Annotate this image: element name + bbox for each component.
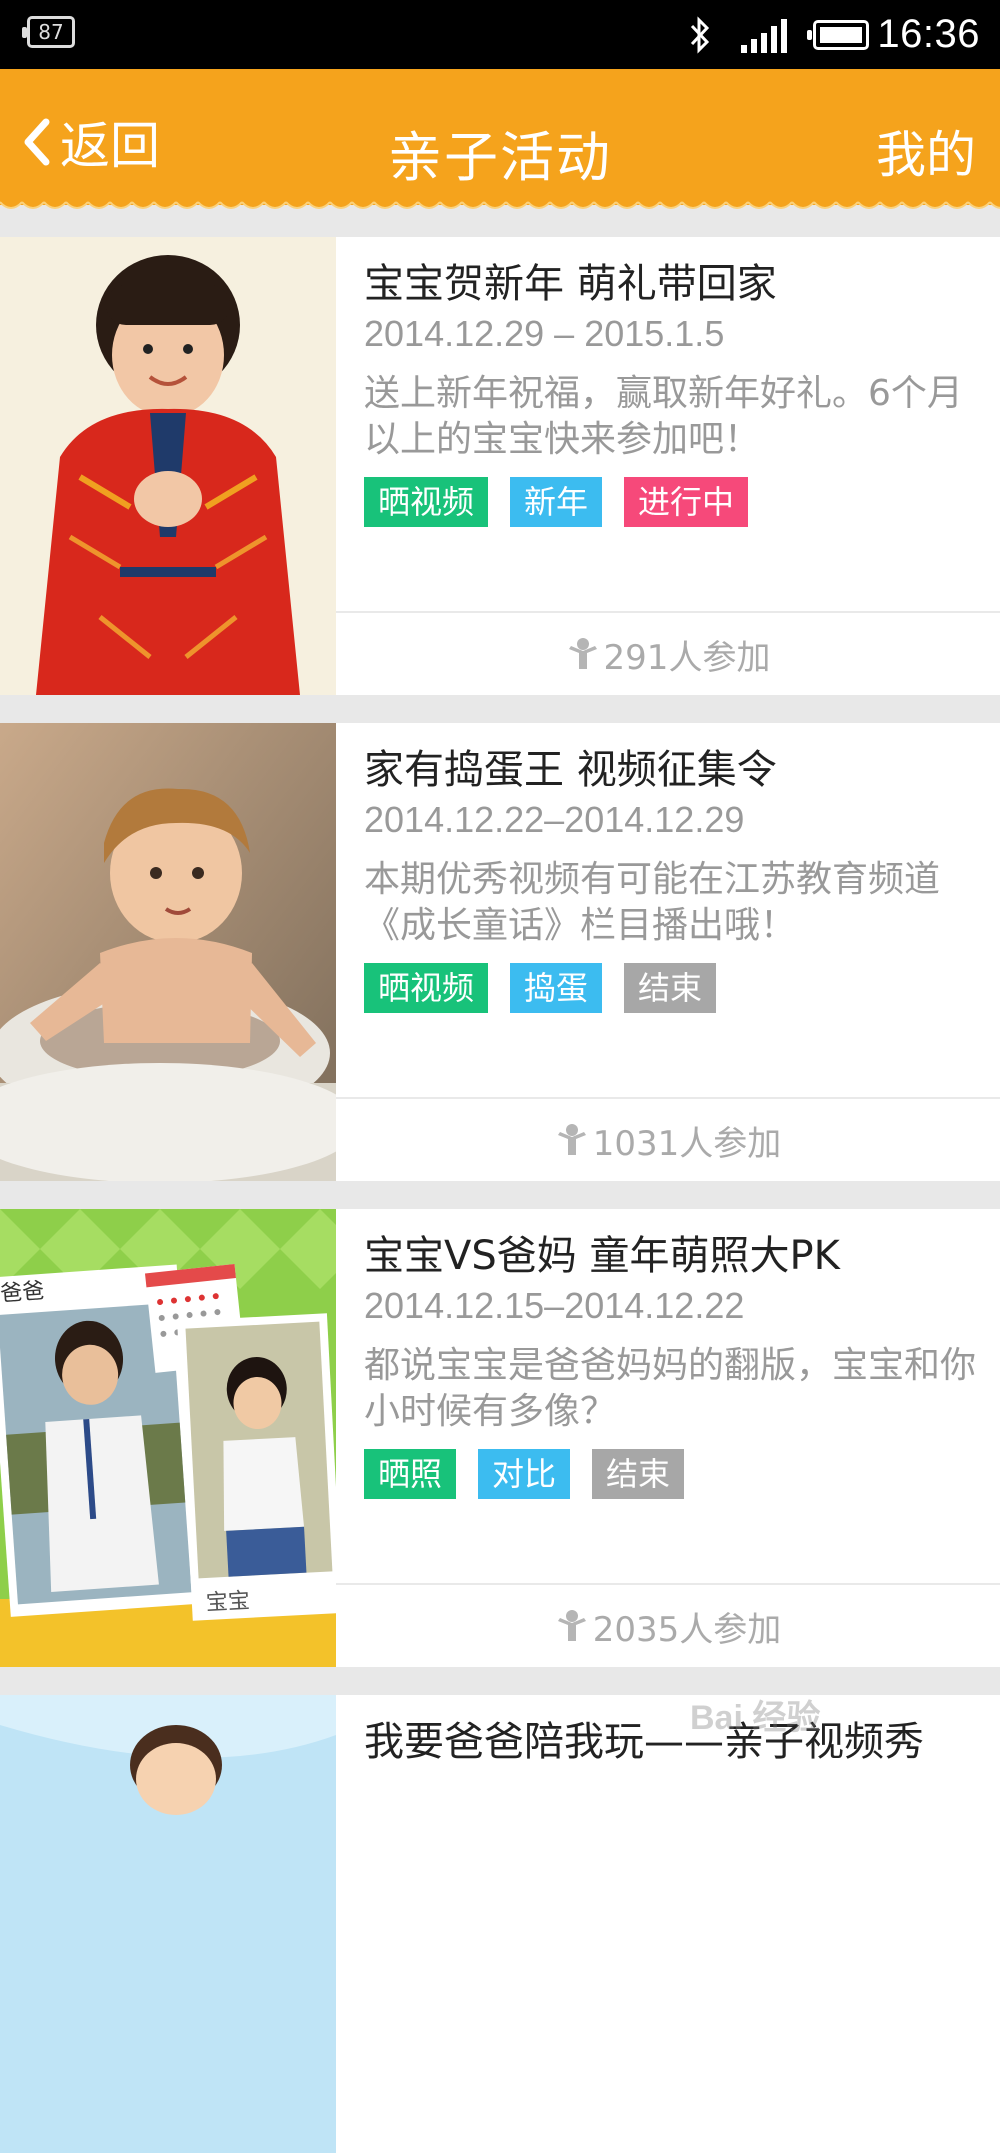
tag-status: 结束	[592, 1449, 685, 1499]
signal-icon	[741, 17, 791, 53]
tag-topic: 新年	[510, 477, 603, 527]
activity-title: 宝宝VS爸妈 童年萌照大PK	[364, 1233, 840, 1279]
status-icons: 16:36	[685, 0, 980, 69]
mine-button[interactable]: 我的	[876, 115, 976, 187]
person-icon	[557, 1124, 586, 1155]
tag-type: 晒视频	[364, 477, 489, 527]
activity-photo-toilet-boy	[0, 723, 336, 1181]
participants-count: 291人参加	[603, 637, 771, 678]
photo-caption-dad: 爸爸	[0, 1279, 45, 1307]
person-icon	[557, 1610, 586, 1641]
participants-row: 291人参加	[336, 611, 1000, 695]
tag-status: 进行中	[624, 477, 749, 527]
activity-card[interactable]: 我要爸爸陪我玩——亲子视频秀	[0, 1695, 1000, 2153]
activity-title: 家有捣蛋王 视频征集令	[364, 747, 777, 793]
activity-card[interactable]: 宝宝贺新年 萌礼带回家 2014.12.29 – 2015.1.5 送上新年祝福…	[0, 237, 1000, 695]
activity-photo-cartoon-dad	[0, 1695, 336, 2153]
tag-topic: 捣蛋	[510, 963, 603, 1013]
app-header: 返回 亲子活动 我的	[0, 69, 1000, 205]
activity-card[interactable]: 家有捣蛋王 视频征集令 2014.12.22–2014.12.29 本期优秀视频…	[0, 723, 1000, 1181]
header-wave-border	[0, 196, 1000, 210]
participants-count: 2035人参加	[592, 1609, 782, 1650]
activity-description: 本期优秀视频有可能在江苏教育频道《成长童话》栏目播出哦！	[364, 859, 941, 946]
clock: 16:36	[877, 12, 980, 56]
tag-list: 晒视频 捣蛋 结束	[364, 963, 717, 1013]
notification-count-icon: 87	[22, 16, 75, 48]
tag-topic: 对比	[478, 1449, 571, 1499]
photo-caption-baby: 宝宝	[205, 1589, 250, 1616]
activity-title: 我要爸爸陪我玩——亲子视频秀	[364, 1719, 924, 1765]
tag-list: 晒视频 新年 进行中	[364, 477, 749, 527]
status-bar: 87 16:36	[0, 0, 1000, 69]
tag-list: 晒照 对比 结束	[364, 1449, 685, 1499]
activity-photo-new-year-boy	[0, 237, 336, 695]
activity-date: 2014.12.22–2014.12.29	[364, 799, 745, 840]
activity-photo-dad-vs-baby: 爸爸 宝宝	[0, 1209, 336, 1667]
watermark-text: Bai 经验	[690, 1699, 821, 1737]
activity-date: 2014.12.29 – 2015.1.5	[364, 313, 725, 354]
participants-count: 1031人参加	[592, 1123, 782, 1164]
activity-date: 2014.12.15–2014.12.22	[364, 1285, 745, 1326]
tag-type: 晒视频	[364, 963, 489, 1013]
activity-description: 送上新年祝福，赢取新年好礼。6个月以上的宝宝快来参加吧！	[364, 373, 963, 460]
activity-description: 都说宝宝是爸爸妈妈的翻版，宝宝和你小时候有多像？	[364, 1345, 977, 1432]
page-title: 亲子活动	[388, 126, 612, 189]
person-icon	[568, 638, 597, 669]
participants-row: 2035人参加	[336, 1583, 1000, 1667]
tag-type: 晒照	[364, 1449, 457, 1499]
tag-status: 结束	[624, 963, 717, 1013]
bluetooth-icon	[691, 15, 710, 54]
battery-icon	[807, 19, 870, 50]
activity-card[interactable]: 爸爸 宝宝 宝宝VS爸妈 童年萌照大PK 2014.12.15–2014.12.…	[0, 1209, 1000, 1667]
activity-title: 宝宝贺新年 萌礼带回家	[364, 261, 777, 307]
participants-row: 1031人参加	[336, 1097, 1000, 1181]
